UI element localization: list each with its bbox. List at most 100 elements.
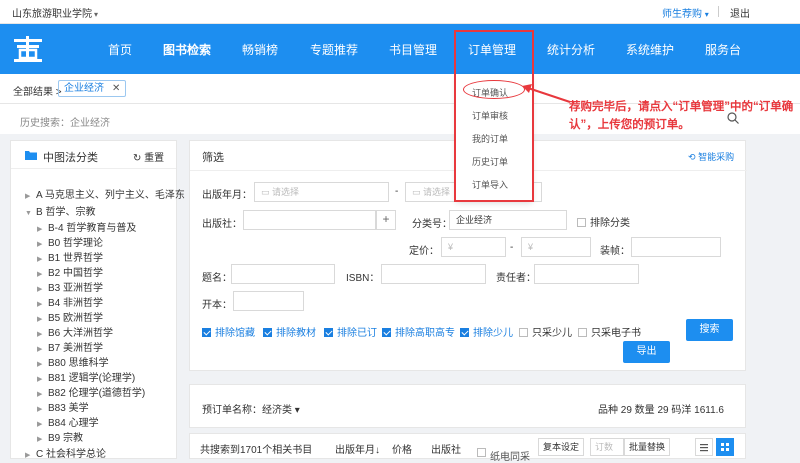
add-publisher-button[interactable]: + (376, 210, 396, 230)
divider (718, 6, 719, 17)
tree-item[interactable]: ▶ B-4 哲学教育与普及 (37, 219, 136, 234)
close-icon[interactable]: ✕ (112, 83, 120, 94)
pub-date-start-placeholder: 请选择 (272, 187, 300, 197)
preorder-stats: 品种 29 数量 29 码洋 1611.6 (598, 405, 724, 416)
author-input[interactable] (534, 264, 639, 284)
title-input[interactable] (231, 264, 335, 284)
tree-item[interactable]: ▶ B3 亚洲哲学 (37, 279, 103, 294)
preorder-name-select[interactable]: 预订单名称：经济类 ▾ (202, 401, 300, 416)
tree-item-label: B 哲学、宗教 (36, 207, 96, 218)
checkbox-label: 只采少儿 (532, 328, 572, 339)
results-bar: 共搜索到1701个相关书目 出版年月↓ 价格 出版社 纸电同采 复本设定 订数 … (189, 433, 746, 463)
children-only-checkbox[interactable]: 只采少儿 (519, 324, 572, 339)
tree-item[interactable]: ▼ B 哲学、宗教 (25, 203, 95, 218)
tree-item[interactable]: ▶ B2 中国哲学 (37, 264, 103, 279)
chevron-right-icon: ▶ (37, 331, 43, 338)
history-search-text[interactable]: 历史搜索：企业经济 (20, 114, 110, 129)
checkbox-label: 排除已订 (337, 328, 377, 339)
preorder-name: 预订单名称：经济类 (202, 405, 292, 416)
chevron-right-icon: ▶ (37, 346, 43, 353)
binding-input[interactable] (631, 237, 721, 257)
publisher-input[interactable] (243, 210, 376, 230)
copies-setting-button[interactable]: 复本设定 (538, 438, 585, 456)
pub-date-label: 出版年月： (202, 190, 252, 201)
exclude-category-checkbox[interactable]: 排除分类 (577, 214, 630, 229)
tree-item-label: B3 亚洲哲学 (48, 283, 104, 294)
exclude-ordered-checkbox[interactable]: 排除已订 (324, 324, 377, 339)
checkbox-icon (519, 328, 528, 337)
copies-input[interactable]: 订数 (590, 438, 624, 456)
tree-item[interactable]: ▶ B84 心理学 (37, 414, 99, 429)
result-count: 共搜索到1701个相关书目 (200, 445, 313, 456)
chevron-right-icon: ▶ (37, 436, 43, 443)
smart-purchase-icon: ⟲ (688, 152, 696, 162)
exclude-vocational-checkbox[interactable]: 排除高职高专 (382, 324, 455, 339)
school-selector[interactable]: 山东旅游职业学院 ▾ (12, 5, 98, 20)
nav-catalog[interactable]: 书目管理 (389, 41, 437, 58)
tree-item[interactable]: ▶ B6 大洋洲哲学 (37, 324, 113, 339)
paper-electronic-checkbox[interactable]: 纸电同采 (477, 441, 530, 463)
category-input[interactable]: 企业经济 (449, 210, 567, 230)
user-menu[interactable]: 师生荐购 ▾ (662, 5, 709, 20)
exclude-children-checkbox[interactable]: 排除少儿 (460, 324, 513, 339)
breadcrumb-root[interactable]: 全部结果 > (13, 83, 62, 98)
tree-item-label: B-4 哲学教育与普及 (48, 223, 137, 234)
exclude-textbooks-checkbox[interactable]: 排除教材 (263, 324, 316, 339)
tree-item[interactable]: ▶ B81 逻辑学(论理学) (37, 369, 135, 384)
chevron-down-icon: ▾ (704, 10, 709, 19)
tree-item[interactable]: ▶ B4 非洲哲学 (37, 294, 103, 309)
format-input[interactable] (233, 291, 304, 311)
tree-item-label: B83 美学 (48, 403, 89, 414)
reset-button[interactable]: ↻ 重置 (133, 149, 164, 164)
tree-item[interactable]: ▶ B83 美学 (37, 399, 89, 414)
exclude-holdings-checkbox[interactable]: 排除馆藏 (202, 324, 255, 339)
grid-view-icon[interactable] (716, 438, 734, 456)
chevron-right-icon: ▶ (25, 452, 31, 459)
tree-item[interactable]: ▶ B80 思维科学 (37, 354, 109, 369)
tree-item[interactable]: ▶ B0 哲学理论 (37, 234, 103, 249)
nav-statistics[interactable]: 统计分析 (547, 41, 595, 58)
breadcrumb-root-label: 全部结果 (13, 87, 53, 98)
sort-by-price[interactable]: 价格 (392, 441, 412, 456)
search-button[interactable]: 搜索 (686, 319, 733, 341)
tree-item[interactable]: ▶ B7 美洲哲学 (37, 339, 103, 354)
classification-header: 中图法分类 ↻ 重置 (11, 141, 176, 169)
list-view-icon[interactable] (695, 438, 713, 456)
chevron-right-icon: ▶ (37, 301, 43, 308)
nav-service-desk[interactable]: 服务台 (705, 41, 741, 58)
tree-item[interactable]: ▶ B9 宗教 (37, 429, 83, 444)
nav-home[interactable]: 首页 (108, 41, 132, 58)
batch-replace-button[interactable]: 批量替换 (624, 438, 671, 456)
price-min[interactable]: ¥ (441, 237, 506, 257)
nav-bestsellers[interactable]: 畅销榜 (242, 41, 278, 58)
exclude-category-label: 排除分类 (590, 218, 630, 229)
classification-title: 中图法分类 (43, 152, 98, 164)
logout-link[interactable]: 退出 (730, 5, 750, 20)
chevron-right-icon: ▶ (37, 316, 43, 323)
ebooks-only-checkbox[interactable]: 只采电子书 (578, 324, 641, 339)
reset-label: 重置 (144, 153, 165, 164)
sort-by-publisher[interactable]: 出版社 (431, 441, 461, 456)
nav-system[interactable]: 系统维护 (626, 41, 674, 58)
tree-item-label: B1 世界哲学 (48, 253, 104, 264)
pub-date-start[interactable]: ▭ 请选择 (254, 182, 389, 202)
sort-by-date[interactable]: 出版年月↓ (335, 441, 380, 456)
checkbox-label: 纸电同采 (490, 452, 530, 463)
tree-item[interactable]: ▶ C 社会科学总论 (25, 445, 106, 460)
tree-item[interactable]: ▶ B82 伦理学(道德哲学) (37, 384, 145, 399)
smart-purchase-label: 智能采购 (698, 152, 735, 162)
tree-item[interactable]: ▶ A 马克思主义、列宁主义、毛泽东 (25, 186, 185, 201)
checkbox-icon (578, 328, 587, 337)
export-button[interactable]: 导出 (623, 341, 670, 363)
nav-book-search[interactable]: 图书检索 (163, 41, 211, 58)
user-name: 师生荐购 (662, 9, 702, 20)
isbn-input[interactable] (381, 264, 486, 284)
nav-topics[interactable]: 专题推荐 (310, 41, 358, 58)
calendar-icon: ▭ (261, 187, 270, 197)
publisher-label: 出版社： (202, 219, 242, 230)
tree-item[interactable]: ▶ B5 欧洲哲学 (37, 309, 103, 324)
price-max[interactable]: ¥ (521, 237, 591, 257)
tree-item[interactable]: ▶ B1 世界哲学 (37, 249, 103, 264)
smart-purchase-link[interactable]: ⟲ 智能采购 (688, 150, 734, 163)
checkbox-icon (324, 328, 333, 337)
